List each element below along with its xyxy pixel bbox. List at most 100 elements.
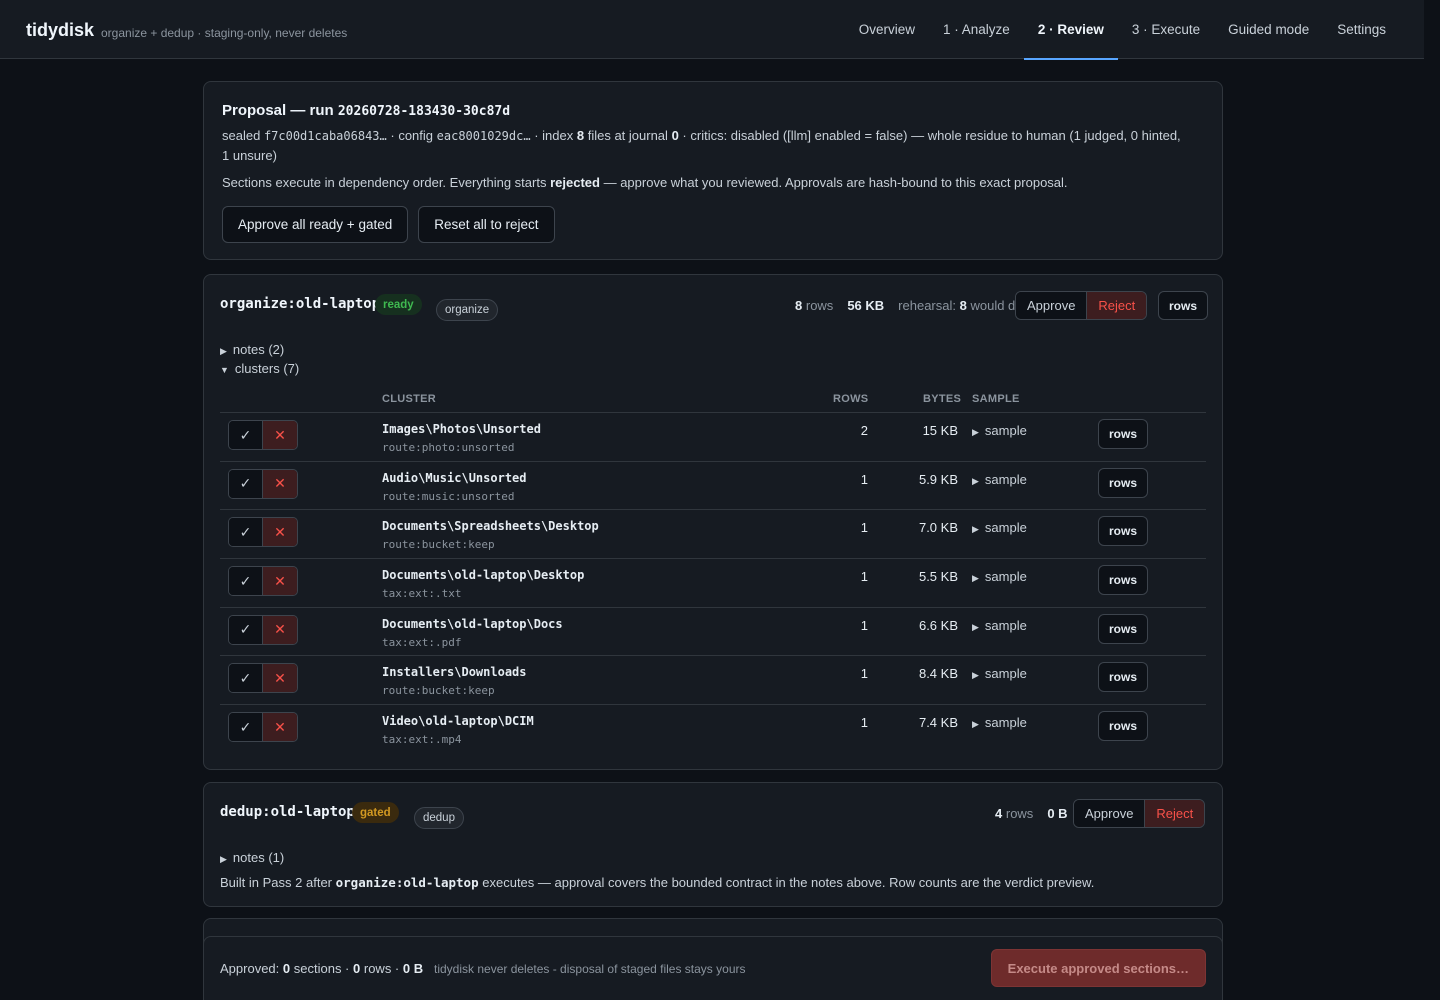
sample-label: sample xyxy=(984,520,1027,536)
approved-summary: Approved: 0 sections · 0 rows · 0 B xyxy=(220,961,423,976)
sample-disclosure[interactable]: ▶ sample xyxy=(972,472,1027,487)
main-nav: Overview 1 · Analyze 2 · Review 3 · Exec… xyxy=(845,0,1400,60)
bytes-stat: 0 B xyxy=(1047,806,1068,821)
cluster-rows-button[interactable]: rows xyxy=(1098,662,1149,693)
close-icon[interactable]: ✕ xyxy=(263,518,297,547)
rows-unit: rows xyxy=(1005,806,1034,821)
triangle-right-icon: ▶ xyxy=(972,573,979,584)
cluster-path: Audio\Music\Unsorted xyxy=(382,470,527,485)
cluster-rows-button[interactable]: rows xyxy=(1098,613,1149,644)
table-row: ✓ ✕ Video\old-laptop\DCIM tax:ext:.mp4 1… xyxy=(220,705,1206,754)
close-icon[interactable]: ✕ xyxy=(263,615,297,644)
check-icon[interactable]: ✓ xyxy=(229,469,263,498)
proposal-title-text: Proposal — run xyxy=(222,102,334,119)
journal-count: 0 xyxy=(671,128,679,143)
cluster-rows-button[interactable]: rows xyxy=(1098,565,1149,596)
clusters-disclosure[interactable]: ▼ clusters (7) xyxy=(220,361,299,376)
triangle-right-icon: ▶ xyxy=(220,854,227,864)
triangle-right-icon: ▶ xyxy=(972,475,979,486)
approved-rows-count: 0 xyxy=(353,961,361,976)
check-icon[interactable]: ✓ xyxy=(229,567,263,596)
close-icon[interactable]: ✕ xyxy=(263,713,297,742)
cluster-path: Documents\Spreadsheets\Desktop xyxy=(382,519,599,534)
cluster-rows-button[interactable]: rows xyxy=(1098,711,1149,742)
notes-label: notes (1) xyxy=(232,850,285,865)
triangle-right-icon: ▶ xyxy=(972,621,979,632)
clusters-table: CLUSTER ROWS BYTES SAMPLE ✓ ✕ Images\Pho… xyxy=(220,390,1206,754)
close-icon[interactable]: ✕ xyxy=(263,567,297,596)
check-icon[interactable]: ✓ xyxy=(229,664,263,693)
cluster-verdict-toggle: ✓ ✕ xyxy=(228,712,298,743)
reset-all-button[interactable]: Reset all to reject xyxy=(418,206,555,243)
sample-disclosure[interactable]: ▶ sample xyxy=(972,618,1027,633)
cluster-bytes: 8.4 KB xyxy=(918,666,958,682)
triangle-right-icon: ▶ xyxy=(972,719,979,730)
sample-label: sample xyxy=(984,569,1027,585)
cluster-rows: 1 xyxy=(860,520,868,536)
sample-disclosure[interactable]: ▶ sample xyxy=(972,423,1027,438)
section-name: organize:old-laptop xyxy=(220,296,381,312)
nav-guided-mode[interactable]: Guided mode xyxy=(1214,0,1323,59)
approved-rows-label: rows · xyxy=(363,961,400,976)
check-icon[interactable]: ✓ xyxy=(229,615,263,644)
cluster-rows-button[interactable]: rows xyxy=(1098,419,1149,449)
nav-settings[interactable]: Settings xyxy=(1323,0,1400,59)
built-note-post: executes — approval covers the bounded c… xyxy=(482,875,1095,890)
sample-disclosure[interactable]: ▶ sample xyxy=(972,569,1027,584)
rows-count: 4 xyxy=(995,806,1003,821)
sample-disclosure[interactable]: ▶ sample xyxy=(972,715,1027,730)
column-cluster: CLUSTER xyxy=(382,393,437,405)
approval-footer: Approved: 0 sections · 0 rows · 0 B tidy… xyxy=(203,936,1223,1000)
sealed-label: sealed xyxy=(222,128,261,143)
cluster-verdict-toggle: ✓ ✕ xyxy=(228,468,298,499)
section-rows-button[interactable]: rows xyxy=(1158,291,1209,320)
cluster-rows-button[interactable]: rows xyxy=(1098,516,1149,547)
approve-button[interactable]: Approve xyxy=(1074,800,1146,827)
reject-button[interactable]: Reject xyxy=(1145,800,1205,827)
page-scrollbar[interactable] xyxy=(1424,0,1440,1000)
nav-execute[interactable]: 3 · Execute xyxy=(1118,0,1214,59)
cluster-rows: 1 xyxy=(860,617,868,633)
cluster-path: Documents\old-laptop\Desktop xyxy=(382,568,585,583)
cluster-verdict-toggle: ✓ ✕ xyxy=(228,663,298,694)
check-icon[interactable]: ✓ xyxy=(229,713,263,742)
cluster-rows: 1 xyxy=(860,715,868,731)
rows-stat: 4 rows xyxy=(995,806,1033,821)
section-verdict-toggle: Approve Reject xyxy=(1015,291,1148,320)
cluster-rows-button[interactable]: rows xyxy=(1098,467,1149,498)
close-icon[interactable]: ✕ xyxy=(263,664,297,693)
sample-label: sample xyxy=(984,617,1027,633)
app-tagline: organize + dedup · staging-only, never d… xyxy=(101,26,348,40)
close-icon[interactable]: ✕ xyxy=(263,469,297,498)
cluster-rows: 1 xyxy=(860,569,868,585)
cluster-path: Documents\old-laptop\Docs xyxy=(382,616,563,631)
notes-disclosure[interactable]: ▶ notes (2) xyxy=(220,342,284,357)
table-row: ✓ ✕ Audio\Music\Unsorted route:music:uns… xyxy=(220,462,1206,511)
approved-sections-label: sections · xyxy=(293,961,350,976)
check-icon[interactable]: ✓ xyxy=(229,421,263,449)
column-sample: SAMPLE xyxy=(972,393,1020,405)
footer-note: tidydisk never deletes - disposal of sta… xyxy=(434,962,746,976)
notes-disclosure[interactable]: ▶ notes (1) xyxy=(220,850,284,865)
approved-label: Approved: xyxy=(220,961,280,976)
status-badge: ready xyxy=(375,294,422,315)
rehearsal-label: rehearsal: xyxy=(898,298,956,313)
sample-disclosure[interactable]: ▶ sample xyxy=(972,666,1027,681)
approve-all-button[interactable]: Approve all ready + gated xyxy=(222,206,409,243)
approve-button[interactable]: Approve xyxy=(1016,292,1088,319)
close-icon[interactable]: ✕ xyxy=(263,421,297,449)
app-name[interactable]: tidydisk xyxy=(26,20,94,41)
check-icon[interactable]: ✓ xyxy=(229,518,263,547)
sample-label: sample xyxy=(984,715,1027,731)
nav-analyze[interactable]: 1 · Analyze xyxy=(929,0,1024,59)
config-hash: eac8001029dc… xyxy=(436,129,531,143)
cluster-bytes: 7.4 KB xyxy=(918,715,958,731)
execute-approved-button[interactable]: Execute approved sections… xyxy=(990,949,1206,987)
nav-review[interactable]: 2 · Review xyxy=(1023,0,1118,60)
reject-button[interactable]: Reject xyxy=(1087,292,1147,319)
nav-overview[interactable]: Overview xyxy=(845,0,929,59)
sample-disclosure[interactable]: ▶ sample xyxy=(972,520,1027,535)
section-verdict-toggle: Approve Reject xyxy=(1073,799,1206,828)
rows-stat: 8 rows xyxy=(795,298,833,313)
cluster-bytes: 5.9 KB xyxy=(918,471,958,487)
